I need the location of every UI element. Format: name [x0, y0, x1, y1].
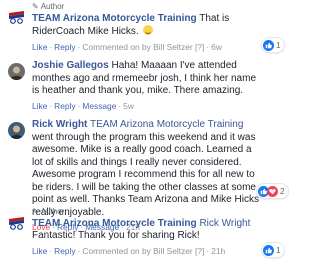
help-link[interactable]: [?]: [195, 246, 204, 256]
comment-actions: Like · Reply · Commented on by Bill Seltzer …: [32, 245, 226, 256]
comment-text: TEAM Arizona Motorcycle Training That is…: [32, 12, 230, 38]
timestamp[interactable]: 5w: [123, 101, 134, 111]
reaction-count: 1: [276, 244, 281, 255]
author-badge: ✎ Author: [32, 207, 65, 216]
commenter-name[interactable]: Joshie Gallegos: [32, 60, 109, 71]
team-arizona-logo-icon: [8, 214, 25, 231]
message-link[interactable]: Message: [82, 101, 116, 111]
avatar[interactable]: [8, 8, 25, 25]
like-link[interactable]: Like: [32, 101, 47, 111]
commenter-name[interactable]: TEAM Arizona Motorcycle Training: [32, 13, 197, 24]
reaction-count: 1: [276, 39, 281, 50]
comment-text: Rick Wright TEAM Arizona Motorcycle Trai…: [32, 119, 259, 218]
help-link[interactable]: [?]: [195, 42, 204, 52]
like-reaction-icon: [263, 244, 274, 256]
mention-link[interactable]: Rick Wright: [199, 218, 250, 229]
author-badge: ✎ Author: [32, 2, 65, 11]
reaction-badge[interactable]: 1: [262, 38, 284, 52]
pencil-icon: ✎: [32, 207, 39, 216]
reply-link[interactable]: Reply: [54, 246, 75, 256]
reply-link[interactable]: Reply: [54, 101, 75, 111]
commented-by-text: Commented on by Bill Seltzer: [82, 41, 193, 52]
profile-photo-icon: [8, 63, 25, 80]
mention-link[interactable]: TEAM Arizona Motorcycle Training: [90, 119, 243, 130]
avatar[interactable]: [8, 214, 25, 231]
timestamp[interactable]: 21h: [211, 246, 225, 256]
like-reaction-icon: [263, 39, 274, 51]
comment-actions: Like · Reply · Commented on by Bill Seltzer …: [32, 41, 222, 52]
reaction-badge[interactable]: 1: [262, 243, 284, 257]
comment-text: TEAM Arizona Motorcycle Training Rick Wr…: [32, 217, 251, 242]
comment-text: Joshie Gallegos Haha! Maaaan I've attend…: [32, 60, 257, 96]
commenter-name[interactable]: Rick Wright: [32, 119, 87, 130]
profile-photo-icon: [8, 122, 25, 139]
avatar[interactable]: [8, 63, 25, 80]
timestamp[interactable]: 6w: [211, 42, 222, 52]
reaction-badge[interactable]: 2: [257, 184, 288, 198]
like-link[interactable]: Like: [32, 246, 47, 256]
commented-by-text: Commented on by Bill Seltzer: [82, 245, 193, 256]
reply-link[interactable]: Reply: [54, 42, 75, 52]
commenter-name[interactable]: TEAM Arizona Motorcycle Training: [32, 218, 197, 229]
comment-actions: Like · Reply · Message · 5w: [32, 100, 134, 111]
pencil-icon: ✎: [32, 2, 39, 11]
love-reaction-icon: [267, 185, 278, 197]
team-arizona-logo-icon: [8, 8, 25, 25]
avatar[interactable]: [8, 122, 25, 139]
smile-emoji-icon: [143, 25, 154, 36]
like-link[interactable]: Like: [32, 42, 47, 52]
reaction-count: 2: [280, 185, 285, 196]
